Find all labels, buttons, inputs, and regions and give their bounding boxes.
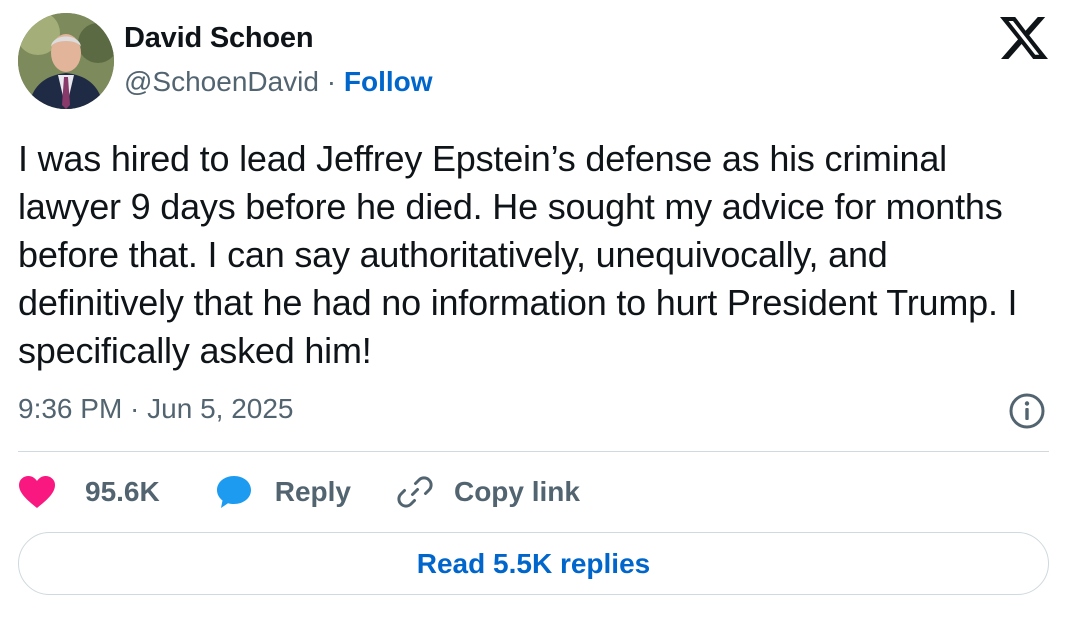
copy-link-label: Copy link	[453, 476, 580, 507]
x-logo-icon[interactable]	[1000, 16, 1048, 60]
avatar[interactable]	[18, 13, 114, 109]
author-handle[interactable]: @SchoenDavid	[124, 66, 319, 97]
speech-bubble-icon	[216, 476, 251, 508]
read-replies-label: Read 5.5K replies	[416, 547, 651, 579]
like-button[interactable]: 95.6K	[18, 475, 160, 509]
tweet-text: I was hired to lead Jeffrey Epstein’s de…	[18, 138, 1018, 371]
divider	[18, 451, 1049, 452]
reply-label: Reply	[274, 476, 351, 507]
link-icon	[397, 476, 433, 508]
author-handle-row: @SchoenDavid · Follow	[124, 66, 433, 98]
read-replies-button[interactable]: Read 5.5K replies	[18, 532, 1049, 595]
follow-button[interactable]: Follow	[344, 66, 433, 97]
heart-icon	[19, 476, 55, 508]
author-name[interactable]: David Schoen	[124, 22, 314, 55]
action-bar: 95.6K Reply Copy link	[18, 470, 580, 514]
tweet-timestamp[interactable]: 9:36 PM · Jun 5, 2025	[18, 393, 294, 425]
avatar-image	[18, 13, 114, 109]
copy-link-button[interactable]: Copy link	[397, 474, 580, 510]
separator-dot: ·	[326, 66, 337, 97]
info-icon[interactable]	[1008, 392, 1046, 430]
like-count: 95.6K	[85, 476, 160, 507]
reply-button[interactable]: Reply	[216, 474, 351, 510]
